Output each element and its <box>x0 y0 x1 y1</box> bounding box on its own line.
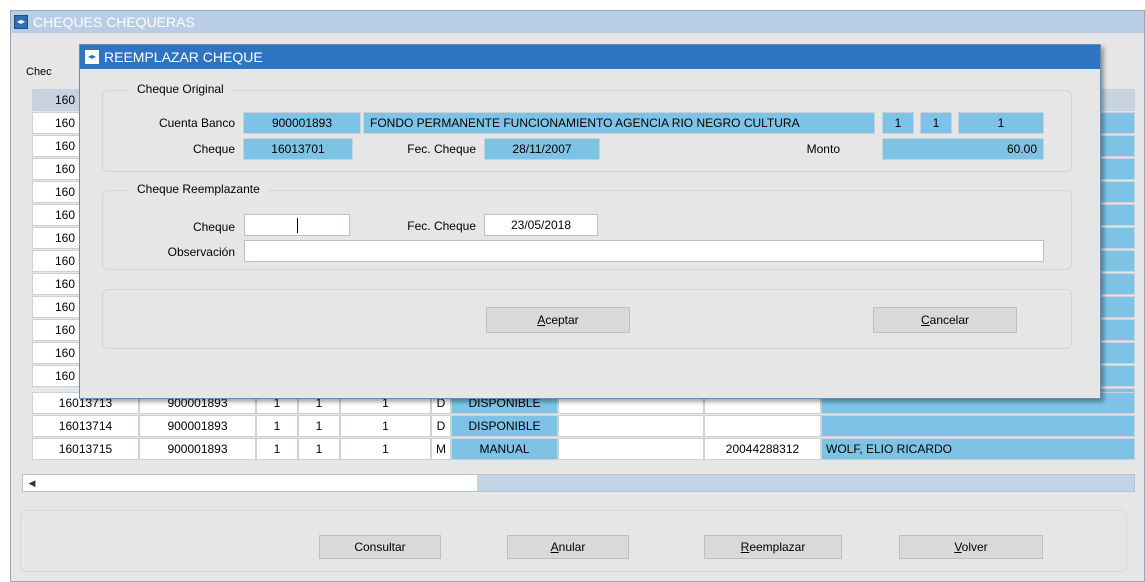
cuenta-field-2[interactable]: 1 <box>920 112 952 134</box>
cell-c2[interactable]: 1 <box>298 438 340 460</box>
anular-label: nular <box>558 540 586 554</box>
bottom-button-panel: Consultar Anular Reemplazar Volver <box>20 510 1127 572</box>
cell-c3[interactable]: 1 <box>340 415 431 437</box>
cancelar-label: ancelar <box>929 313 970 327</box>
observacion-input[interactable] <box>244 240 1044 262</box>
consultar-button[interactable]: Consultar <box>319 535 441 559</box>
cuenta-banco-label: Cuenta Banco <box>158 116 235 130</box>
consultar-label: Consultar <box>354 540 406 554</box>
volver-mnemonic: V <box>954 540 962 554</box>
volver-label: olver <box>961 540 988 554</box>
grid-row-strip[interactable] <box>1100 296 1135 318</box>
cell-cuit[interactable] <box>704 415 821 437</box>
app-icon: ◂▸ <box>14 15 28 29</box>
scrollbar-thumb[interactable] <box>23 475 478 491</box>
table-row[interactable]: 16013714 900001893 1 1 1 D DISPONIBLE <box>32 415 1145 437</box>
reemplazar-cheque-dialog: ◂▸ REEMPLAZAR CHEQUE Cheque Original Cue… <box>79 44 1101 399</box>
cuenta-banco-field[interactable]: 900001893 <box>243 112 361 134</box>
cell-blank[interactable] <box>558 438 704 460</box>
cell-estado[interactable]: DISPONIBLE <box>451 415 558 437</box>
cell-c1[interactable]: 1 <box>256 438 298 460</box>
reemplazar-button[interactable]: Reemplazar <box>704 535 842 559</box>
fec-cheque-original-field[interactable]: 28/11/2007 <box>484 138 600 160</box>
app-icon: ◂▸ <box>85 50 99 64</box>
text-caret <box>297 218 298 233</box>
cell-nombre[interactable] <box>821 415 1135 437</box>
cancelar-button[interactable]: Cancelar <box>873 307 1017 333</box>
fec-cheque-original-label: Fec. Cheque <box>407 142 476 156</box>
cheque-reemplazante-legend: Cheque Reemplazante <box>129 182 268 196</box>
grid-row-strip[interactable] <box>1100 135 1135 157</box>
cell-cheque[interactable]: 16013715 <box>32 438 139 460</box>
grid-row-strip[interactable] <box>1100 273 1135 295</box>
cell-tipo[interactable]: D <box>431 415 451 437</box>
cheque-original-legend: Cheque Original <box>129 82 232 96</box>
cheque-nuevo-label: Cheque <box>192 220 235 234</box>
fec-cheque-nuevo-label: Fec. Cheque <box>407 219 476 233</box>
cell-cuit[interactable]: 20044288312 <box>704 438 821 460</box>
cell-tipo[interactable]: M <box>431 438 451 460</box>
cell-estado[interactable]: MANUAL <box>451 438 558 460</box>
cell-c2[interactable]: 1 <box>298 415 340 437</box>
grid-row-strip[interactable] <box>1100 181 1135 203</box>
dialog-title: REEMPLAZAR CHEQUE <box>104 49 263 65</box>
grid-row-strip[interactable] <box>1100 365 1135 387</box>
monto-field[interactable]: 60.00 <box>882 138 1044 160</box>
grid-row-strip[interactable] <box>1100 204 1135 226</box>
grid-row-strip[interactable] <box>1100 158 1135 180</box>
aceptar-button[interactable]: Aceptar <box>486 307 630 333</box>
grid-row-strip[interactable] <box>1100 342 1135 364</box>
anular-mnemonic: A <box>550 540 559 554</box>
cuenta-descripcion-field[interactable]: FONDO PERMANENTE FUNCIONAMIENTO AGENCIA … <box>363 112 875 134</box>
cell-blank[interactable] <box>558 415 704 437</box>
reemplazar-mnemonic: R <box>740 540 750 554</box>
grid-row-strip[interactable] <box>1100 112 1135 134</box>
scroll-left-icon[interactable]: ◀ <box>25 475 39 491</box>
cheque-original-field[interactable]: 16013701 <box>243 138 353 160</box>
horizontal-scrollbar[interactable]: ◀ <box>22 474 1135 492</box>
cell-nombre[interactable]: WOLF, ELIO RICARDO <box>821 438 1135 460</box>
cheque-nuevo-input[interactable] <box>244 214 350 236</box>
fec-cheque-nuevo-input[interactable]: 23/05/2018 <box>484 214 598 236</box>
dialog-titlebar: ◂▸ REEMPLAZAR CHEQUE <box>80 45 1100 69</box>
grid-row-strip[interactable] <box>1100 227 1135 249</box>
table-row[interactable]: 16013715 900001893 1 1 1 M MANUAL 200442… <box>32 438 1145 460</box>
cell-cuenta[interactable]: 900001893 <box>139 438 256 460</box>
cell-cuenta[interactable]: 900001893 <box>139 415 256 437</box>
cuenta-field-3[interactable]: 1 <box>958 112 1044 134</box>
cell-cheque[interactable]: 16013714 <box>32 415 139 437</box>
cell-c3[interactable]: 1 <box>340 438 431 460</box>
grid-row-strip[interactable] <box>1100 250 1135 272</box>
observacion-label: Observación <box>167 245 235 259</box>
cancelar-mnemonic: C <box>920 313 930 327</box>
cell-c1[interactable]: 1 <box>256 415 298 437</box>
main-titlebar: ◂▸ CHEQUES CHEQUERAS <box>11 11 1144 33</box>
grid-header-cheque: Chec <box>26 66 52 78</box>
main-window-title: CHEQUES CHEQUERAS <box>33 14 195 30</box>
grid-header-strip <box>1100 89 1135 111</box>
aceptar-label: ceptar <box>545 313 579 327</box>
cheque-original-label: Cheque <box>192 142 235 156</box>
cuenta-field-1[interactable]: 1 <box>882 112 914 134</box>
reemplazar-label: eemplazar <box>749 540 806 554</box>
volver-button[interactable]: Volver <box>899 535 1043 559</box>
grid-row-strip[interactable] <box>1100 319 1135 341</box>
anular-button[interactable]: Anular <box>507 535 629 559</box>
monto-label: Monto <box>806 142 840 156</box>
